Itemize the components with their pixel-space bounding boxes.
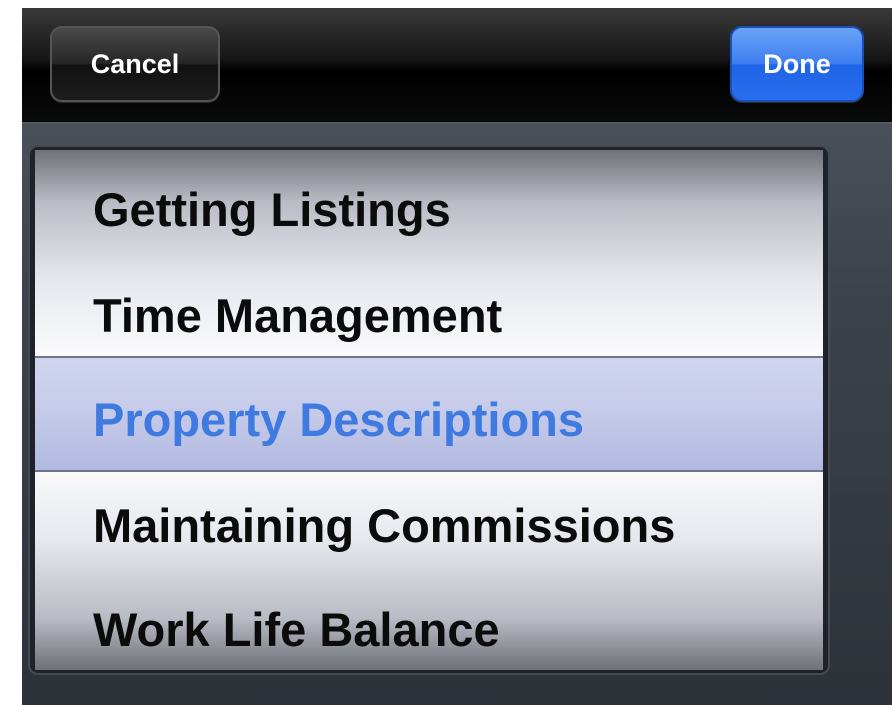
picker-item-work-life-balance[interactable]: Work Life Balance: [35, 576, 823, 670]
picker-toolbar: Cancel Done: [22, 8, 892, 124]
picker-item-property-descriptions[interactable]: Property Descriptions: [35, 366, 823, 474]
cancel-button[interactable]: Cancel: [50, 26, 220, 102]
picker-wheel[interactable]: Getting Listings Time Management Propert…: [35, 150, 823, 670]
picker-item-getting-listings[interactable]: Getting Listings: [35, 156, 823, 264]
done-button[interactable]: Done: [730, 26, 864, 102]
picker-item-maintaining-commissions[interactable]: Maintaining Commissions: [35, 472, 823, 580]
picker-item-time-management[interactable]: Time Management: [35, 262, 823, 370]
